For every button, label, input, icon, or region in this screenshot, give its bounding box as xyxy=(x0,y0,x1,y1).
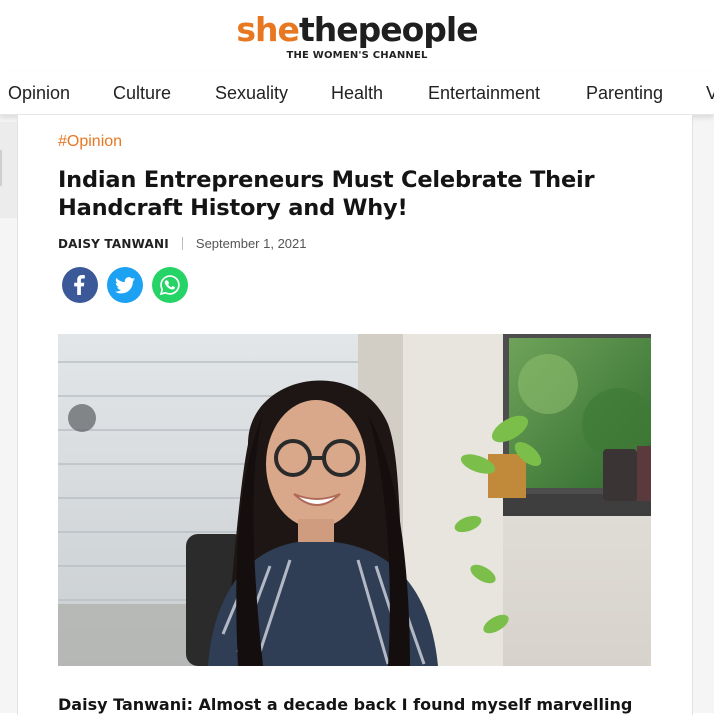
nav-item-entertainment[interactable]: Entertainment xyxy=(428,83,540,104)
article-lead-text: Daisy Tanwani: Almost a decade back I fo… xyxy=(58,695,633,714)
publish-date: September 1, 2021 xyxy=(195,236,307,251)
twitter-share-button[interactable] xyxy=(107,267,143,303)
byline-divider xyxy=(181,237,183,250)
site-header: shethepeople THE WOMEN'S CHANNEL xyxy=(0,0,714,68)
logo-she: she xyxy=(236,10,300,49)
facebook-share-button[interactable] xyxy=(62,267,98,303)
whatsapp-icon xyxy=(159,275,180,296)
hero-photo xyxy=(58,334,651,666)
nav-item-opinion[interactable]: Opinion xyxy=(8,83,70,104)
site-logo[interactable]: shethepeople xyxy=(0,12,714,48)
nav-item-culture[interactable]: Culture xyxy=(113,83,171,104)
twitter-icon xyxy=(115,276,135,293)
author-name[interactable]: DAISY TANWANI xyxy=(58,237,169,251)
left-sidebar-stub xyxy=(0,122,18,218)
article-hero-image xyxy=(58,334,651,666)
article-title: Indian Entrepreneurs Must Celebrate Thei… xyxy=(58,167,595,221)
share-buttons xyxy=(62,267,188,303)
whatsapp-share-button[interactable] xyxy=(152,267,188,303)
facebook-icon xyxy=(74,275,85,295)
site-tagline: THE WOMEN'S CHANNEL xyxy=(286,50,428,61)
nav-item-health[interactable]: Health xyxy=(331,83,383,104)
nav-item-partial[interactable]: V xyxy=(706,83,714,104)
article-category-tag[interactable]: #Opinion xyxy=(58,133,122,151)
nav-item-parenting[interactable]: Parenting xyxy=(586,83,663,104)
logo-thepeople: thepeople xyxy=(298,10,479,49)
nav-item-sexuality[interactable]: Sexuality xyxy=(215,83,288,104)
main-nav: Opinion Culture Sexuality Health Enterta… xyxy=(0,72,714,115)
article-byline: DAISY TANWANI September 1, 2021 xyxy=(58,236,306,251)
left-sidebar-scroll-indicator xyxy=(0,150,2,186)
